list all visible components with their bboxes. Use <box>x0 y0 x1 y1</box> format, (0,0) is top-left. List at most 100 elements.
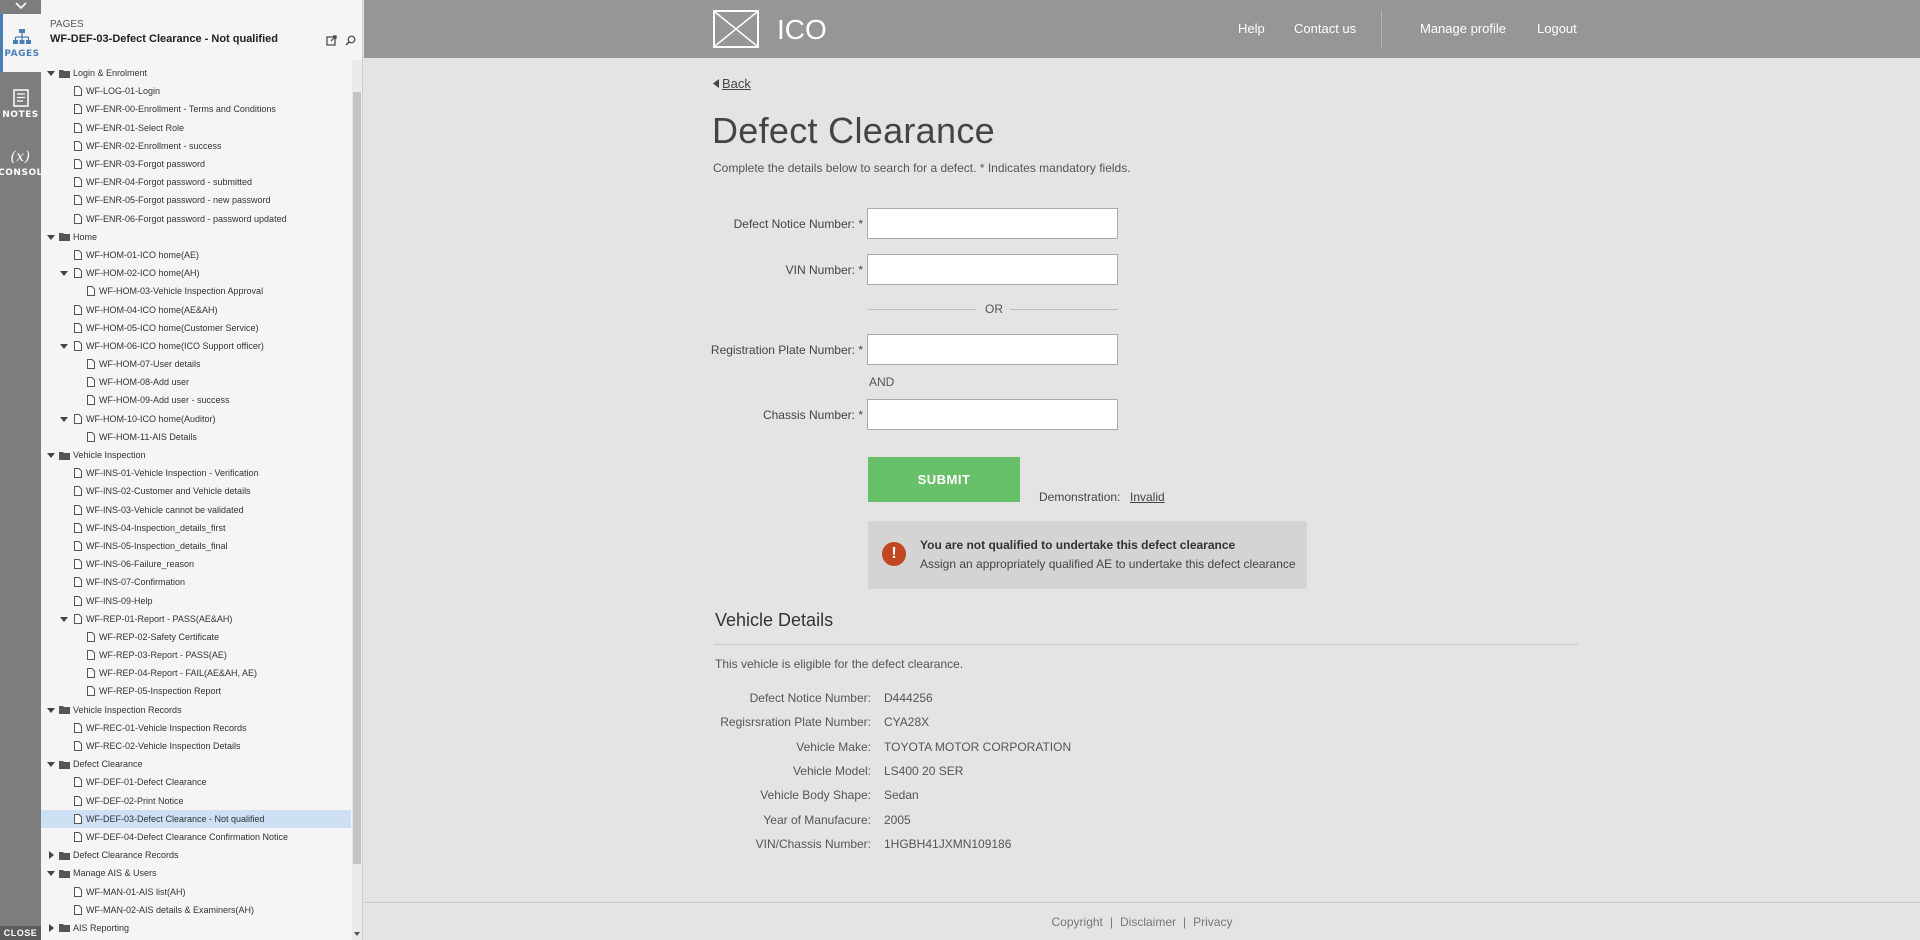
tree-folder[interactable]: Defect Clearance <box>41 755 351 773</box>
tree-page[interactable]: WF-HOM-07-User details <box>41 355 351 373</box>
tree-page[interactable]: WF-DEF-04-Defect Clearance Confirmation … <box>41 828 351 846</box>
tree-page[interactable]: WF-REC-02-Vehicle Inspection Details <box>41 737 351 755</box>
tree-page[interactable]: WF-REP-04-Report - FAIL(AE&AH, AE) <box>41 664 351 682</box>
expanded-caret-icon[interactable] <box>60 342 68 350</box>
tree-page[interactable]: WF-MAN-02-AIS details & Examiners(AH) <box>41 901 351 919</box>
tree-page[interactable]: WF-INS-02-Customer and Vehicle details <box>41 482 351 500</box>
expanded-caret-icon[interactable] <box>47 451 55 459</box>
page-icon <box>72 140 83 151</box>
page-tree-scrollbar[interactable] <box>352 60 362 940</box>
tree-page[interactable]: WF-REP-01-Report - PASS(AE&AH) <box>41 610 351 628</box>
tree-page[interactable]: WF-HOM-04-ICO home(AE&AH) <box>41 300 351 318</box>
tree-page[interactable]: WF-HOM-03-Vehicle Inspection Approval <box>41 282 351 300</box>
tree-page[interactable]: WF-REP-03-Report - PASS(AE) <box>41 646 351 664</box>
submit-button[interactable]: SUBMIT <box>868 457 1020 502</box>
tree-page[interactable]: WF-ENR-04-Forgot password - submitted <box>41 173 351 191</box>
tree-folder[interactable]: Home <box>41 228 351 246</box>
tree-page[interactable]: WF-INS-01-Vehicle Inspection - Verificat… <box>41 464 351 482</box>
chassis-label: Chassis Number: * <box>762 408 863 422</box>
tree-page[interactable]: WF-ENR-03-Forgot password <box>41 155 351 173</box>
tree-page[interactable]: WF-DEF-01-Defect Clearance <box>41 773 351 791</box>
collapsed-caret-icon[interactable] <box>47 923 55 932</box>
expanded-caret-icon[interactable] <box>47 69 55 77</box>
tree-page[interactable]: WF-REP-02-Safety Certificate <box>41 628 351 646</box>
footer-privacy-link[interactable]: Privacy <box>1193 915 1232 929</box>
collapsed-caret-icon[interactable] <box>47 851 55 860</box>
tree-page[interactable]: WF-HOM-08-Add user <box>41 373 351 391</box>
rail-console-button[interactable]: (x) CONSOL <box>0 134 42 192</box>
export-icon[interactable] <box>326 33 337 46</box>
expanded-caret-icon[interactable] <box>60 415 68 423</box>
nav-manage-profile-link[interactable]: Manage profile <box>1420 21 1506 36</box>
tree-folder[interactable]: Manage AIS & Users <box>41 864 351 882</box>
tree-folder[interactable]: Vehicle Inspection Records <box>41 701 351 719</box>
rail-pages-button[interactable]: PAGES <box>0 14 41 72</box>
tree-page[interactable]: WF-HOM-02-ICO home(AH) <box>41 264 351 282</box>
expanded-caret-icon[interactable] <box>47 869 55 877</box>
tree-folder[interactable]: Login & Enrolment <box>41 64 351 82</box>
demonstration-invalid-link[interactable]: Invalid <box>1130 490 1165 504</box>
expanded-caret-icon[interactable] <box>60 615 68 623</box>
footer-copyright-link[interactable]: Copyright <box>1052 915 1103 929</box>
tree-page[interactable]: WF-MAN-01-AIS list(AH) <box>41 882 351 900</box>
nav-help-link[interactable]: Help <box>1238 21 1265 36</box>
expanded-caret-icon[interactable] <box>60 269 68 277</box>
tree-page[interactable]: WF-HOM-05-ICO home(Customer Service) <box>41 319 351 337</box>
tree-page[interactable]: WF-LOG-01-Login <box>41 82 351 100</box>
pages-panel: PAGES WF-DEF-03-Defect Clearance - Not q… <box>41 0 363 940</box>
tree-page[interactable]: WF-HOM-06-ICO home(ICO Support officer) <box>41 337 351 355</box>
tree-page[interactable]: WF-DEF-03-Defect Clearance - Not qualifi… <box>41 809 351 828</box>
page-search-icon[interactable] <box>345 33 356 46</box>
tree-item-label: WF-ENR-00-Enrollment - Terms and Conditi… <box>86 104 276 115</box>
tree-page[interactable]: WF-HOM-10-ICO home(Auditor) <box>41 410 351 428</box>
back-link-text: Back <box>722 76 751 91</box>
rail-notes-button[interactable]: NOTES <box>0 75 41 133</box>
page-icon <box>72 322 83 333</box>
back-link[interactable]: Back <box>713 76 751 91</box>
tree-page[interactable]: WF-INS-03-Vehicle cannot be validated <box>41 501 351 519</box>
tree-page[interactable]: WF-INS-07-Confirmation <box>41 573 351 591</box>
expanded-caret-icon[interactable] <box>47 760 55 768</box>
tree-item-label: WF-REP-02-Safety Certificate <box>99 631 220 642</box>
page-icon <box>85 686 96 697</box>
tree-page[interactable]: WF-ENR-00-Enrollment - Terms and Conditi… <box>41 100 351 118</box>
scroll-down-icon[interactable] <box>354 931 360 937</box>
tree-page[interactable]: WF-HOM-01-ICO home(AE) <box>41 246 351 264</box>
rail-close-button[interactable]: CLOSE <box>0 926 41 940</box>
tree-page[interactable]: WF-REP-05-Inspection Report <box>41 682 351 700</box>
tree-page[interactable]: WF-ENR-02-Enrollment - success <box>41 137 351 155</box>
tree-page[interactable]: WF-ENR-01-Select Role <box>41 119 351 137</box>
tree-item-label: Vehicle Inspection Records <box>73 704 182 715</box>
tree-page[interactable]: WF-DEF-02-Print Notice <box>41 792 351 810</box>
logo-placeholder-icon[interactable] <box>713 10 759 48</box>
tree-folder[interactable]: AIS Reporting <box>41 919 351 937</box>
tree-folder[interactable]: Vehicle Inspection <box>41 446 351 464</box>
footer-disclaimer-link[interactable]: Disclaimer <box>1120 915 1176 929</box>
tree-page[interactable]: WF-HOM-11-AIS Details <box>41 428 351 446</box>
registration-plate-input[interactable] <box>867 334 1118 365</box>
tree-item-label: WF-REC-01-Vehicle Inspection Records <box>86 722 247 733</box>
vehicle-detail-value: CYA28X <box>884 715 930 730</box>
tree-page[interactable]: WF-ENR-05-Forgot password - new password <box>41 191 351 209</box>
logo-text[interactable]: ICO <box>777 14 827 46</box>
defect-notice-input[interactable] <box>867 208 1118 239</box>
tree-page[interactable]: WF-REC-01-Vehicle Inspection Records <box>41 719 351 737</box>
tree-page[interactable]: WF-ENR-06-Forgot password - password upd… <box>41 210 351 228</box>
expanded-caret-icon[interactable] <box>47 233 55 241</box>
tree-page[interactable]: WF-INS-05-Inspection_details_final <box>41 537 351 555</box>
tree-item-label: WF-REC-02-Vehicle Inspection Details <box>86 741 241 752</box>
nav-logout-link[interactable]: Logout <box>1537 21 1577 36</box>
expanded-caret-icon[interactable] <box>47 706 55 714</box>
tree-page[interactable]: WF-INS-09-Help <box>41 591 351 609</box>
tree-page[interactable]: WF-INS-04-Inspection_details_first <box>41 519 351 537</box>
tree-page[interactable]: WF-INS-06-Failure_reason <box>41 555 351 573</box>
vin-input[interactable] <box>867 254 1118 285</box>
chassis-input[interactable] <box>867 399 1118 430</box>
tree-page[interactable]: WF-HOM-09-Add user - success <box>41 391 351 409</box>
nav-contact-link[interactable]: Contact us <box>1294 21 1356 36</box>
collapse-chevron-icon[interactable] <box>0 0 41 12</box>
tree-item-label: WF-REP-01-Report - PASS(AE&AH) <box>86 613 233 624</box>
tree-folder[interactable]: Defect Clearance Records <box>41 846 351 864</box>
tree-item-label: WF-ENR-04-Forgot password - submitted <box>86 177 253 188</box>
scrollbar-thumb[interactable] <box>353 92 361 864</box>
